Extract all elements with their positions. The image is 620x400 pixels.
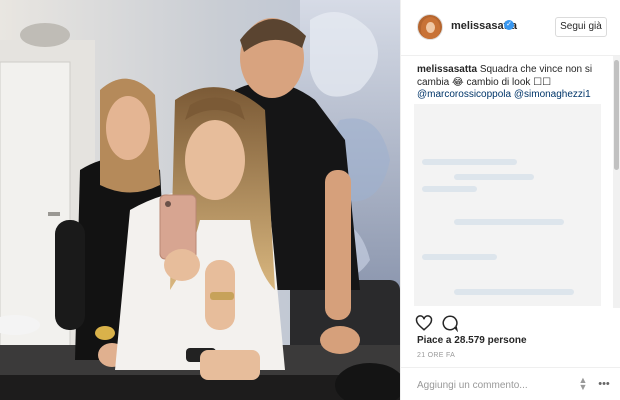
post-header: melissasatta ✓ Segui già	[401, 0, 620, 56]
comment-bubble-icon[interactable]	[441, 314, 459, 332]
following-button[interactable]: Segui già	[555, 17, 607, 37]
post-actions	[401, 310, 620, 336]
sort-arrows-icon[interactable]: ▲ ▼	[578, 376, 588, 392]
post-photo[interactable]	[0, 0, 400, 400]
mention-link[interactable]: @marcorossicoppola	[417, 89, 511, 100]
scrollbar-thumb[interactable]	[614, 60, 619, 170]
heart-icon[interactable]	[415, 314, 433, 332]
post-sidebar: melissasatta ✓ Segui già melissasatta Sq…	[400, 0, 620, 400]
blurred-comments	[414, 104, 601, 306]
comment-input[interactable]	[417, 377, 567, 393]
more-options-icon[interactable]: •••	[597, 377, 611, 391]
selfie-photo-illustration	[0, 0, 400, 400]
mention-link[interactable]: @simonaghezzi1	[514, 89, 591, 100]
likes-count[interactable]: Piace a 28.579 persone	[417, 335, 527, 346]
comment-form: ▲▼ •••	[401, 367, 620, 400]
post-caption: melissasatta Squadra che vince non si ca…	[417, 64, 605, 102]
profile-avatar[interactable]	[417, 14, 443, 40]
caption-username[interactable]: melissasatta	[417, 64, 477, 75]
verified-badge-icon: ✓	[504, 20, 514, 30]
comments-list[interactable]: melissasatta Squadra che vince non si ca…	[401, 56, 613, 308]
post-timestamp: 21 ORE FA	[417, 352, 456, 359]
